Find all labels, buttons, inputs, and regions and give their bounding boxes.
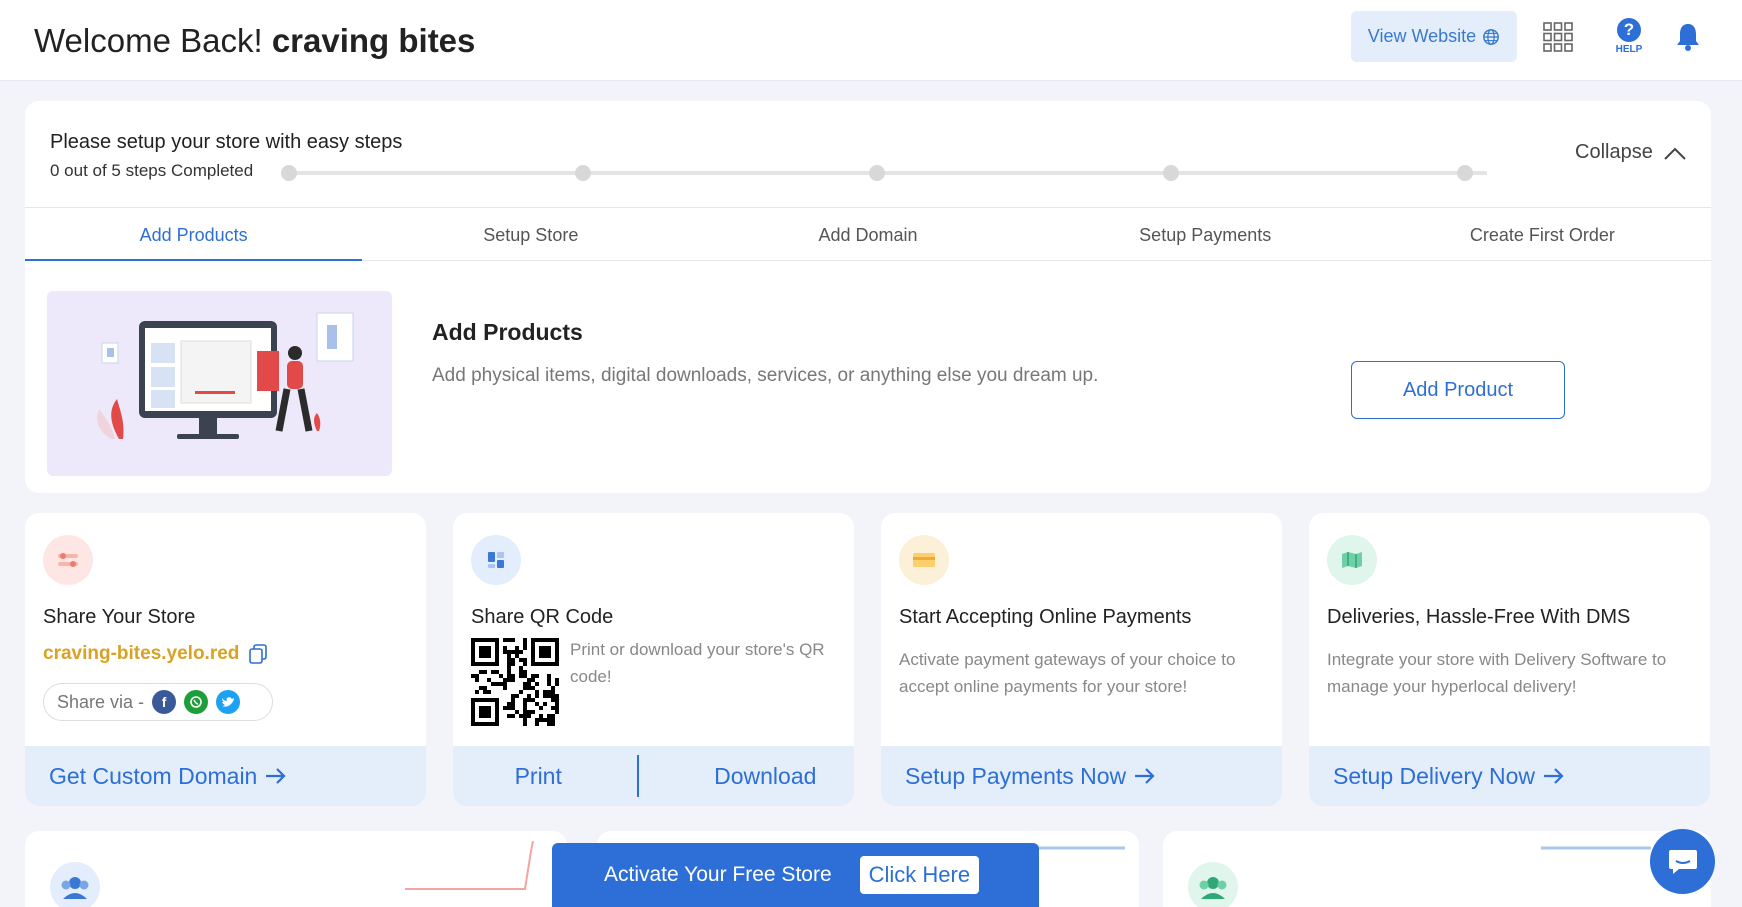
arrow-right-icon [1135,768,1155,784]
current-step-description: Add physical items, digital downloads, s… [432,365,1099,386]
store-url-row: craving-bites.yelo.red [43,643,268,665]
progress-step-dot [1457,165,1473,181]
tab-add-domain[interactable]: Add Domain [699,208,1036,260]
progress-step-dot [575,165,591,181]
setup-tabs: Add Products Setup Store Add Domain Setu… [25,207,1711,261]
get-custom-domain-link[interactable]: Get Custom Domain [25,746,426,806]
tab-add-products[interactable]: Add Products [25,208,363,261]
delivery-card: Deliveries, Hassle-Free With DMS Integra… [1309,513,1710,806]
setup-progress-bar [281,165,1487,181]
chevron-up-icon [1664,147,1686,160]
current-step-title: Add Products [432,319,583,345]
setup-delivery-link[interactable]: Setup Delivery Now [1309,746,1710,806]
help-label: HELP [1615,44,1643,55]
welcome-prefix: Welcome Back! [34,22,263,59]
share-qr-card: Share QR Code Print or download your sto… [453,513,854,806]
globe-icon [1483,28,1500,45]
tab-setup-payments[interactable]: Setup Payments [1037,208,1374,260]
arrow-right-icon [266,768,286,784]
view-website-label: View Website [1367,26,1477,46]
stats-card [25,831,567,907]
download-button[interactable]: Download [714,763,816,790]
chat-support-button[interactable] [1650,829,1715,894]
store-url-link[interactable]: craving-bites.yelo.red [43,643,239,665]
chat-bubble-icon [1668,849,1697,874]
map-icon [1327,535,1377,585]
activate-store-text: Activate Your Free Store [604,863,832,886]
credit-card-icon [899,535,949,585]
notification-bell-icon[interactable] [1674,22,1702,52]
add-products-illustration [47,291,392,476]
users-icon [1188,862,1238,907]
setup-progress-text: 0 out of 5 steps Completed [50,161,254,180]
qr-description: Print or download your store's QR code! [570,640,825,686]
whatsapp-icon[interactable] [184,690,209,714]
setup-payments-link[interactable]: Setup Payments Now [881,746,1282,806]
qr-actions: Print Download [453,746,854,806]
delivery-description: Integrate your store with Delivery Softw… [1327,650,1667,696]
divider [636,755,639,797]
top-header: Welcome Back! craving bites View Website… [0,0,1742,81]
facebook-icon[interactable]: f [152,690,177,714]
share-qr-title: Share QR Code [471,606,614,628]
share-store-title: Share Your Store [43,606,196,628]
print-button[interactable]: Print [515,763,562,790]
toggle-settings-icon [43,535,93,585]
collapse-button[interactable]: Collapse [1575,141,1687,164]
setup-steps-card: Please setup your store with easy steps … [25,101,1711,493]
sparkline-chart [1541,846,1651,850]
click-here-button[interactable]: Click Here [859,856,980,894]
help-icon: ? [1617,18,1641,42]
apps-grid-icon[interactable] [1543,22,1573,52]
setup-payments-label: Setup Payments Now [905,762,1127,789]
add-product-button[interactable]: Add Product [1351,361,1565,419]
layout-grid-icon [471,535,521,585]
progress-step-dot [869,165,885,181]
arrow-right-icon [1543,768,1564,784]
payments-title: Start Accepting Online Payments [899,606,1192,628]
progress-step-dot [1163,165,1179,181]
store-qr-code [471,638,559,726]
share-store-card: Share Your Store craving-bites.yelo.red … [25,513,426,806]
activate-store-banner: Activate Your Free Store Click Here [552,843,1039,907]
sparkline-chart [405,841,534,890]
tab-setup-store[interactable]: Setup Store [362,208,699,260]
share-via-label: Share via - [57,691,145,712]
payments-card: Start Accepting Online Payments Activate… [881,513,1282,806]
delivery-title: Deliveries, Hassle-Free With DMS [1327,606,1631,628]
store-name: craving bites [271,22,476,59]
progress-step-dot [281,165,297,181]
view-website-button[interactable]: View Website [1351,11,1517,62]
help-button[interactable]: ? HELP [1611,18,1647,58]
welcome-heading: Welcome Back! craving bites [34,22,475,60]
copy-icon[interactable] [249,644,268,664]
get-custom-domain-label: Get Custom Domain [49,762,258,789]
twitter-icon[interactable] [216,690,241,714]
setup-delivery-label: Setup Delivery Now [1333,762,1535,789]
tab-create-first-order[interactable]: Create First Order [1374,208,1711,260]
share-via-box: Share via - f [43,683,273,721]
setup-title: Please setup your store with easy steps [50,131,403,153]
users-icon [50,862,100,907]
payments-description: Activate payment gateways of your choice… [899,650,1236,696]
stats-card [1163,831,1711,907]
collapse-label: Collapse [1575,141,1653,163]
